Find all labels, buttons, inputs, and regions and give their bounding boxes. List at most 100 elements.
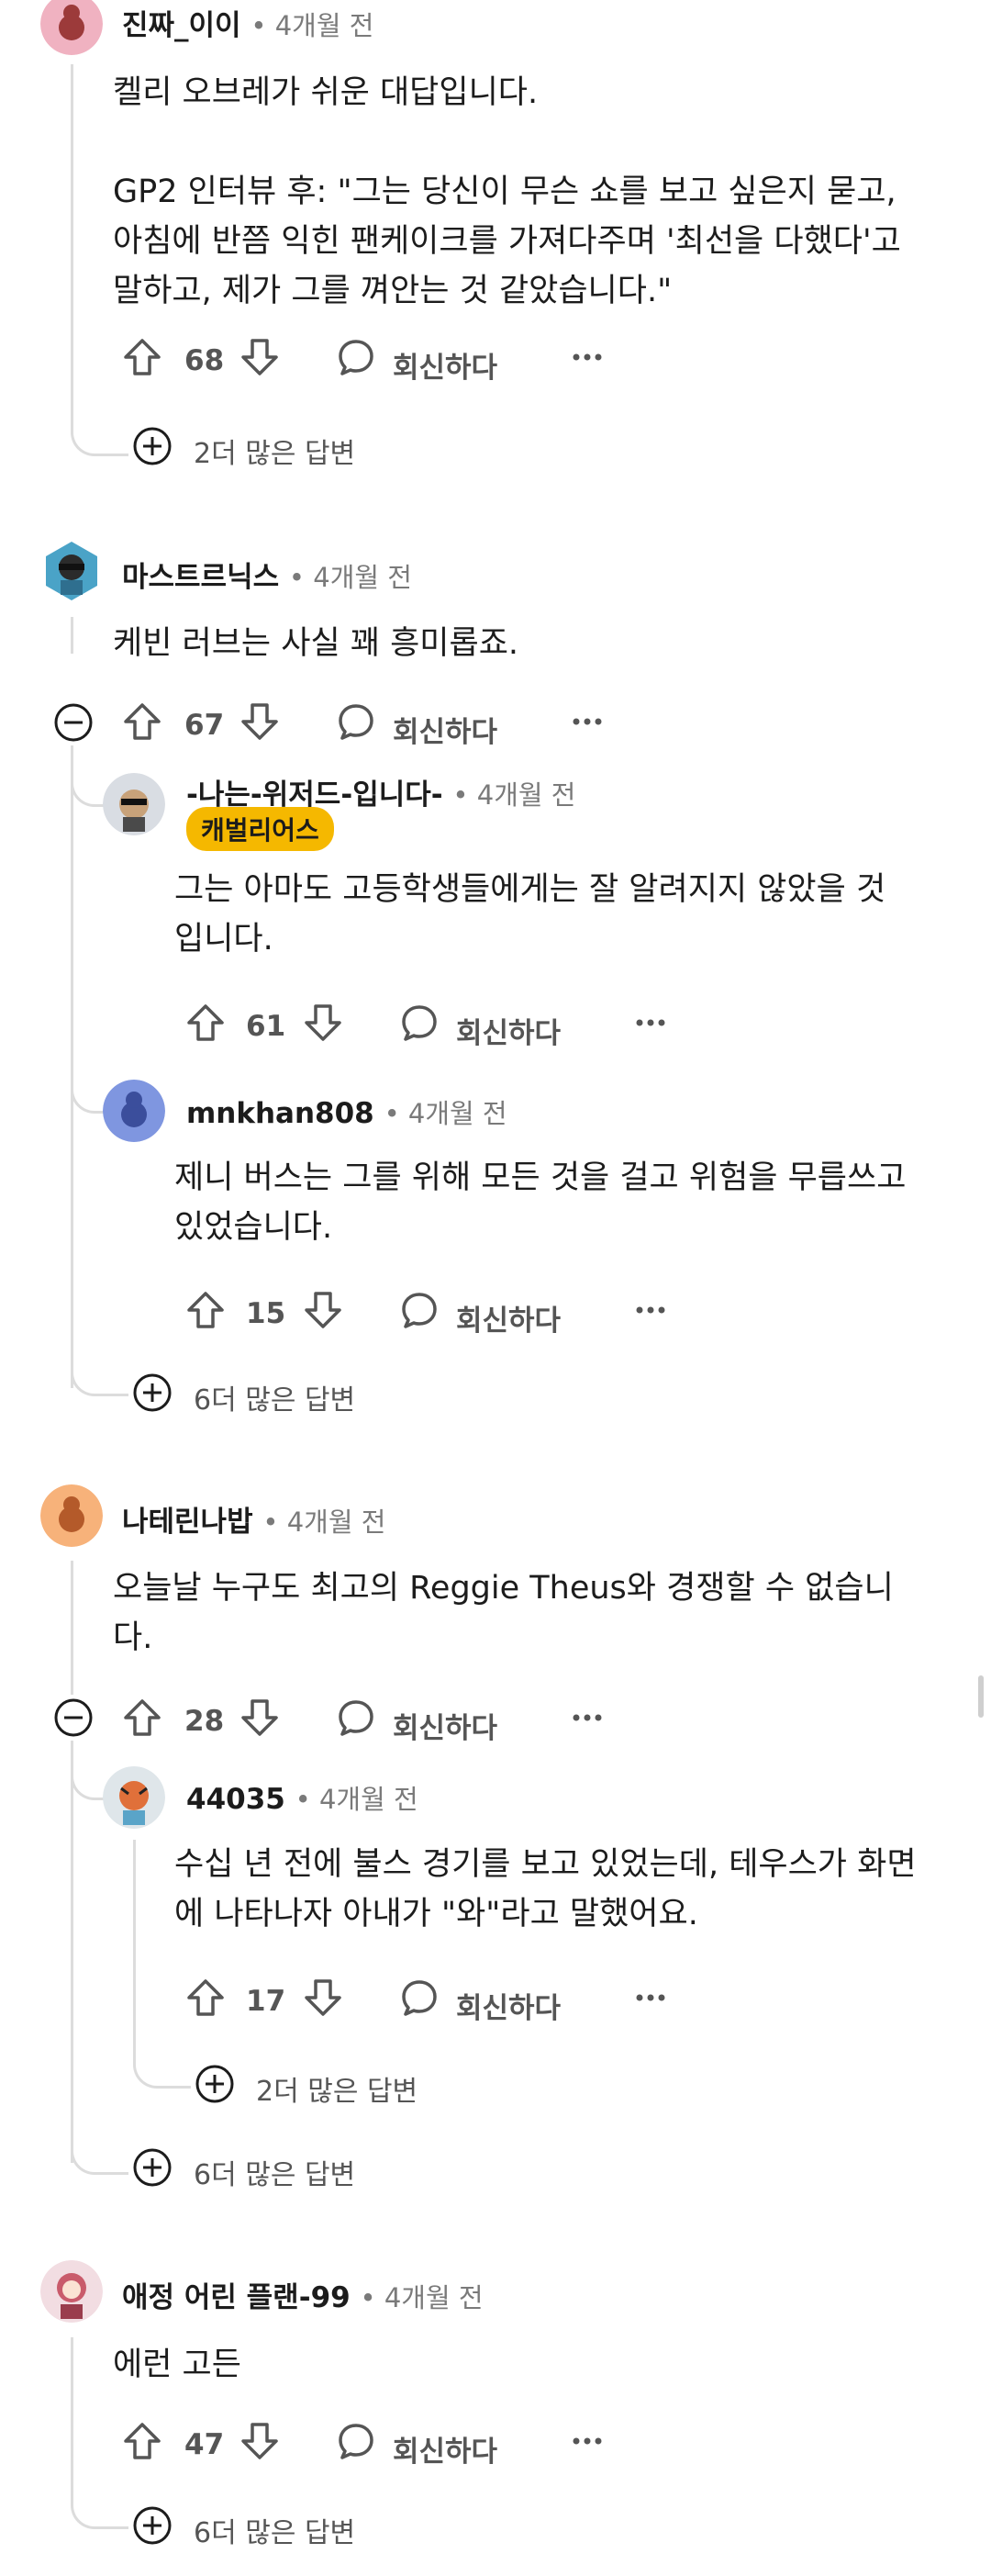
- downvote-icon[interactable]: [239, 1697, 280, 1738]
- comment-body: 수십 년 전에 불스 경기를 보고 있었는데, 테우스가 화면 에 나타나자 아…: [174, 1846, 917, 1932]
- downvote-icon[interactable]: [239, 337, 280, 377]
- scrollbar[interactable]: [978, 1675, 984, 1718]
- thread-line: [133, 1840, 136, 2051]
- comment-actions: 61 회신하다: [185, 1002, 699, 1058]
- more-replies-button[interactable]: 6더 많은 답변: [131, 1372, 498, 1417]
- comment-meta: • 4개월 전: [295, 1784, 418, 1815]
- more-replies-button[interactable]: 2더 많은 답변: [131, 425, 498, 471]
- thread-line: [71, 1741, 73, 2163]
- downvote-icon[interactable]: [239, 2421, 280, 2461]
- reply-button[interactable]: 회신하다: [393, 2428, 497, 2470]
- reply-button[interactable]: 회신하다: [393, 1705, 497, 1746]
- vote-count: 15: [246, 1297, 286, 1330]
- username-text[interactable]: 44035: [186, 1783, 285, 1816]
- upvote-icon[interactable]: [122, 337, 162, 377]
- reply-button[interactable]: 회신하다: [393, 344, 497, 386]
- reply-icon[interactable]: [336, 1697, 376, 1738]
- reply-icon[interactable]: [399, 1977, 440, 2018]
- avatar[interactable]: [103, 1766, 165, 1829]
- upvote-icon[interactable]: [185, 1977, 226, 2018]
- comment-meta: • 4개월 전: [288, 562, 412, 593]
- more-options-icon[interactable]: [572, 348, 603, 366]
- reply-icon[interactable]: [399, 1290, 440, 1330]
- comment-actions: 67 회신하다: [122, 701, 636, 756]
- username-text[interactable]: 마스트르닉스: [122, 561, 279, 594]
- avatar[interactable]: [40, 1484, 103, 1547]
- username[interactable]: 진짜_이이 • 4개월 전: [122, 2, 373, 43]
- upvote-icon[interactable]: [122, 2421, 162, 2461]
- timestamp: 4개월 전: [407, 1098, 507, 1129]
- username[interactable]: 애정 어린 플랜-99 • 4개월 전: [122, 2274, 484, 2315]
- collapse-thread-icon[interactable]: [52, 1697, 95, 1739]
- comment-actions: 15 회신하다: [185, 1290, 699, 1345]
- downvote-icon[interactable]: [239, 701, 280, 742]
- more-replies-button[interactable]: 6더 많은 답변: [131, 2504, 498, 2550]
- avatar[interactable]: [40, 2260, 103, 2323]
- comment-actions: 17 회신하다: [185, 1977, 699, 2033]
- reply-icon[interactable]: [399, 1002, 440, 1043]
- username[interactable]: mnkhan808 • 4개월 전: [186, 1092, 507, 1131]
- avatar[interactable]: [103, 773, 165, 835]
- username-text[interactable]: mnkhan808: [186, 1097, 374, 1130]
- timestamp: 4개월 전: [318, 1784, 418, 1815]
- more-options-icon[interactable]: [572, 2432, 603, 2450]
- username[interactable]: 44035 • 4개월 전: [186, 1778, 418, 1817]
- thread-elbow: [133, 2047, 191, 2089]
- downvote-icon[interactable]: [303, 1290, 343, 1330]
- expand-plus-icon[interactable]: [131, 425, 173, 467]
- avatar[interactable]: [103, 1080, 165, 1142]
- comment-meta: • 4개월 전: [360, 2282, 484, 2313]
- expand-plus-icon[interactable]: [131, 2504, 173, 2547]
- vote-count: 61: [246, 1010, 286, 1043]
- expand-plus-icon[interactable]: [131, 1372, 173, 1414]
- comment-body: 그는 아마도 고등학생들에게는 잘 알려지지 않았을 것 입니다.: [174, 871, 886, 958]
- upvote-icon[interactable]: [185, 1002, 226, 1043]
- downvote-icon[interactable]: [303, 1002, 343, 1043]
- upvote-icon[interactable]: [122, 1697, 162, 1738]
- reply-icon[interactable]: [336, 2421, 376, 2461]
- expand-plus-icon[interactable]: [131, 2146, 173, 2189]
- comment-actions: 68 회신하다: [122, 337, 636, 392]
- reply-button[interactable]: 회신하다: [456, 1010, 561, 1051]
- reply-icon[interactable]: [336, 337, 376, 377]
- more-options-icon[interactable]: [635, 1014, 666, 1032]
- more-replies-button[interactable]: 6더 많은 답변: [131, 2146, 498, 2192]
- reply-button[interactable]: 회신하다: [456, 1985, 561, 2026]
- upvote-icon[interactable]: [122, 701, 162, 742]
- upvote-icon[interactable]: [185, 1290, 226, 1330]
- timestamp: 4개월 전: [476, 779, 576, 811]
- expand-plus-icon[interactable]: [194, 2063, 236, 2105]
- username-text[interactable]: 나테린나밥: [122, 1506, 253, 1539]
- timestamp: 4개월 전: [286, 1506, 386, 1538]
- thread-elbow: [71, 1741, 105, 1800]
- more-options-icon[interactable]: [572, 712, 603, 731]
- thread-line: [71, 64, 73, 413]
- comment-body: 켈리 오브레가 쉬운 대답입니다. GP2 인터뷰 후: "그는 당신이 무슨 …: [113, 74, 901, 309]
- reply-icon[interactable]: [336, 701, 376, 742]
- avatar[interactable]: [40, 0, 103, 55]
- comment-meta: • 4개월 전: [384, 1098, 507, 1129]
- timestamp: 4개월 전: [313, 562, 412, 593]
- downvote-icon[interactable]: [303, 1977, 343, 2018]
- reply-button[interactable]: 회신하다: [393, 709, 497, 750]
- more-options-icon[interactable]: [572, 1708, 603, 1727]
- comment-meta: • 4개월 전: [262, 1506, 386, 1538]
- comment-meta: • 4개월 전: [251, 10, 374, 41]
- comment-actions: 28 회신하다: [122, 1697, 636, 1753]
- timestamp: 4개월 전: [274, 10, 374, 41]
- username-text[interactable]: 애정 어린 플랜-99: [122, 2281, 351, 2314]
- more-options-icon[interactable]: [635, 1301, 666, 1319]
- username[interactable]: 나테린나밥 • 4개월 전: [122, 1498, 385, 1540]
- comment-body: 케빈 러브는 사실 꽤 흥미롭죠.: [113, 625, 519, 662]
- username-text[interactable]: 진짜_이이: [122, 9, 241, 42]
- vote-count: 28: [184, 1705, 225, 1738]
- timestamp: 4개월 전: [384, 2282, 484, 2313]
- username[interactable]: 마스트르닉스 • 4개월 전: [122, 554, 412, 595]
- more-options-icon[interactable]: [635, 1988, 666, 2007]
- more-replies-button[interactable]: 2더 많은 답변: [194, 2063, 561, 2109]
- vote-count: 47: [184, 2428, 225, 2461]
- collapse-thread-icon[interactable]: [52, 701, 95, 744]
- avatar[interactable]: [40, 540, 103, 602]
- thread-elbow: [71, 2493, 128, 2529]
- reply-button[interactable]: 회신하다: [456, 1297, 561, 1338]
